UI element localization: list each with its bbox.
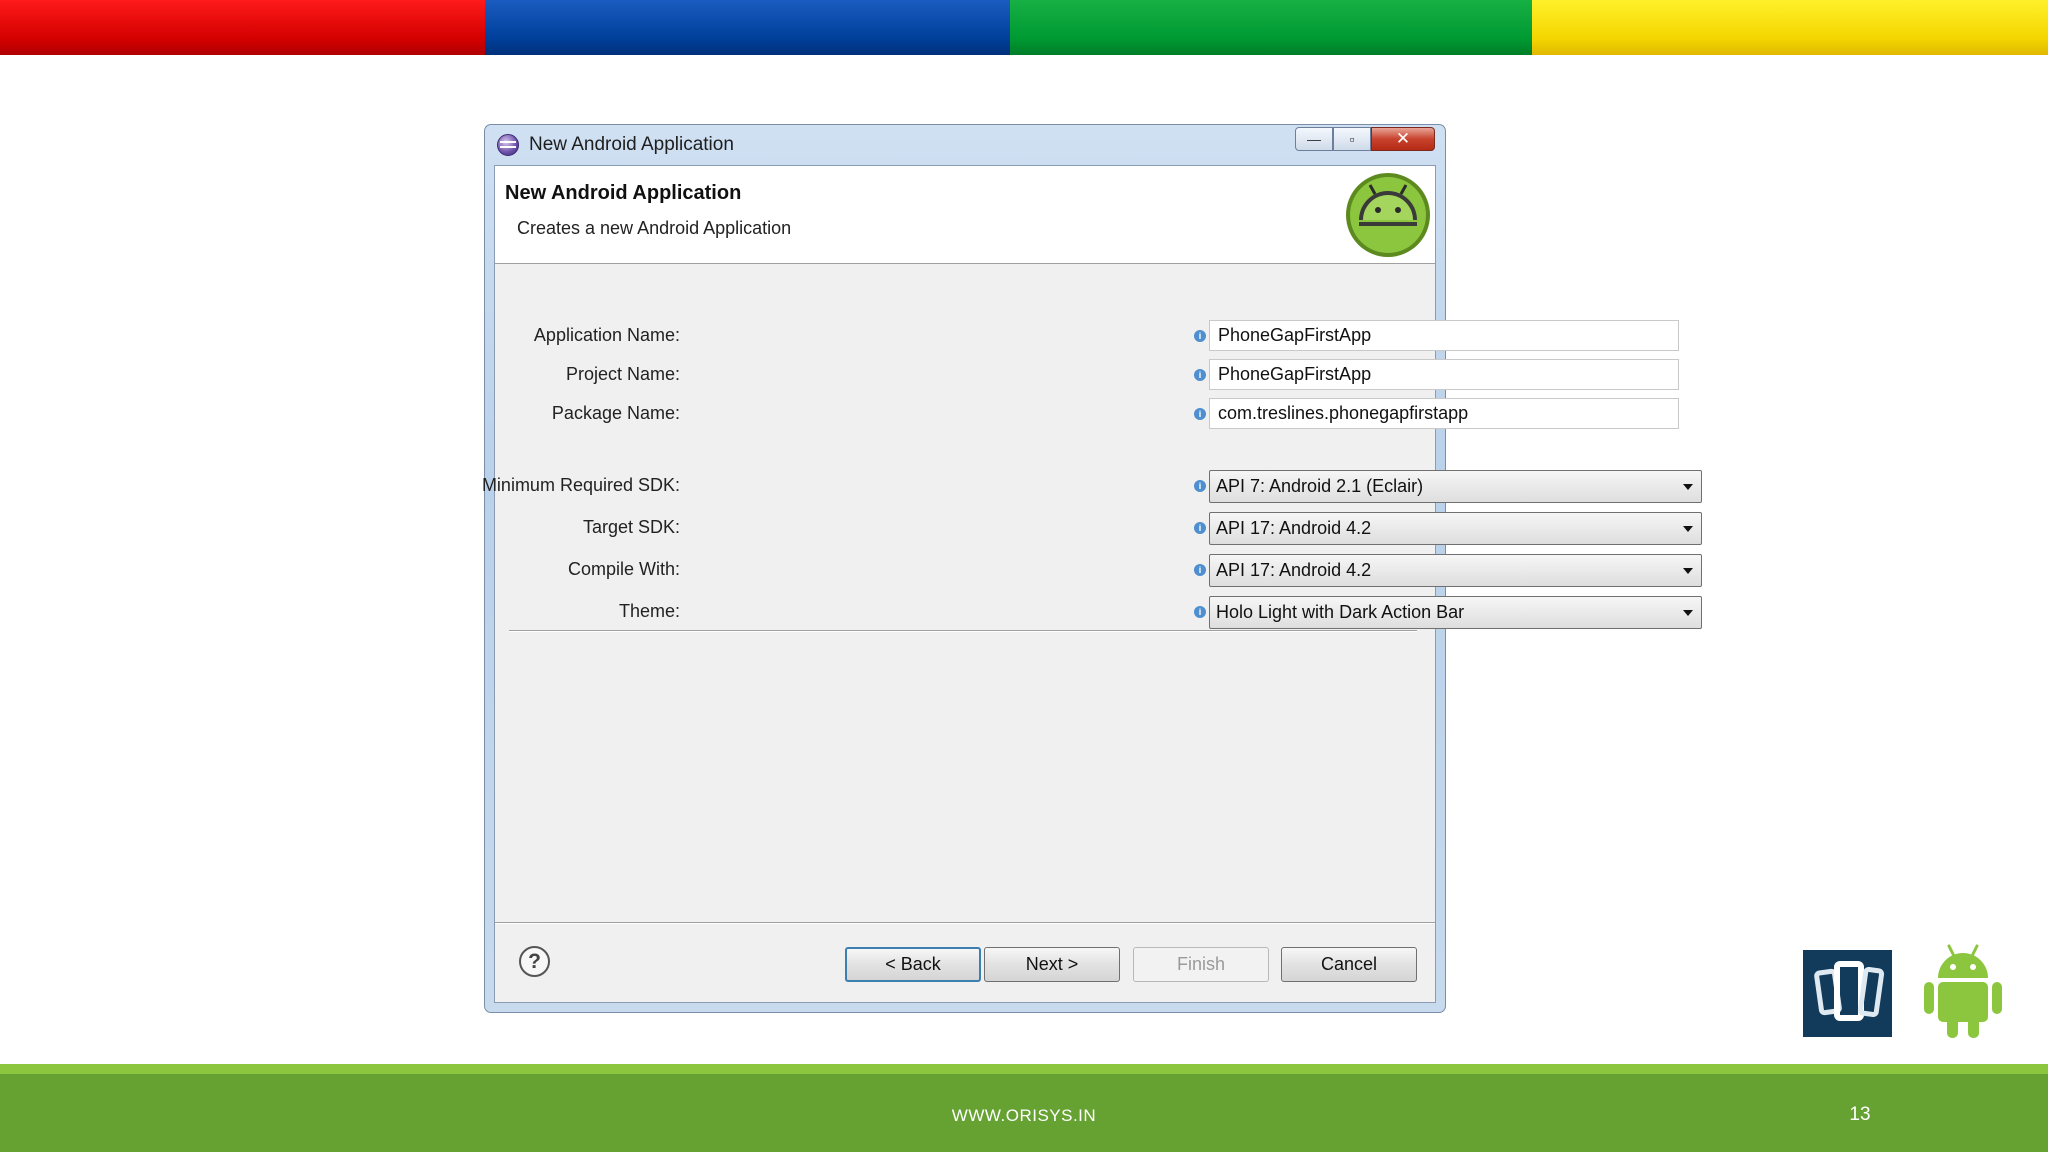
project-name-row: Project Name: i <box>495 359 1679 391</box>
minimum-sdk-value: API 7: Android 2.1 (Eclair) <box>1216 476 1424 496</box>
target-sdk-value: API 17: Android 4.2 <box>1216 518 1372 538</box>
wizard-title: New Android Application <box>505 182 742 204</box>
dropdown-arrow-icon <box>1683 484 1693 490</box>
eclipse-icon <box>497 134 519 156</box>
slide-number: 13 <box>1849 1104 1871 1125</box>
phonegap-logo-icon <box>1803 950 1892 1037</box>
next-button[interactable]: Next > <box>984 947 1120 982</box>
application-name-input[interactable] <box>1209 320 1679 351</box>
stripe-green <box>1010 0 1532 55</box>
button-bar-separator <box>495 922 1435 924</box>
compile-with-row: Compile With: i API 17: Android 4.2 <box>495 554 1702 587</box>
application-name-row: Application Name: i <box>495 320 1679 352</box>
maximize-button[interactable]: ▫ <box>1333 127 1371 151</box>
info-icon: i <box>1194 330 1206 342</box>
close-button[interactable]: ✕ <box>1371 127 1435 151</box>
info-icon: i <box>1194 522 1206 534</box>
dialog-content: New Android Application Creates a new An… <box>482 165 1702 1003</box>
compile-with-value: API 17: Android 4.2 <box>1216 560 1372 580</box>
theme-value: Holo Light with Dark Action Bar <box>1216 602 1465 622</box>
theme-select[interactable]: Holo Light with Dark Action Bar <box>1209 596 1702 629</box>
footer-url: WWW.ORISYS.IN <box>951 1106 1097 1125</box>
android-robot-icon <box>1924 944 2002 1038</box>
target-sdk-select[interactable]: API 17: Android 4.2 <box>1209 512 1702 545</box>
info-icon: i <box>1194 480 1206 492</box>
package-name-input[interactable] <box>1209 398 1679 429</box>
slide: New Android Application — ▫ ✕ New Androi… <box>0 0 2048 1152</box>
application-name-label: Application Name: <box>533 325 680 345</box>
dropdown-arrow-icon <box>1683 568 1693 574</box>
footer-accent-line <box>0 1064 2048 1074</box>
info-icon: i <box>1194 408 1206 420</box>
finish-button: Finish <box>1133 947 1269 982</box>
project-name-label: Project Name: <box>565 364 680 384</box>
title-bar[interactable]: New Android Application — ▫ ✕ <box>485 125 1445 165</box>
new-android-application-dialog: New Android Application — ▫ ✕ New Androi… <box>482 124 1702 1013</box>
project-name-input[interactable] <box>1209 359 1679 390</box>
minimum-sdk-label: Minimum Required SDK: <box>481 475 680 495</box>
info-icon: i <box>1194 606 1206 618</box>
package-name-row: Package Name: i <box>495 398 1679 430</box>
stripe-blue <box>485 0 1010 55</box>
info-icon: i <box>1194 564 1206 576</box>
theme-label: Theme: <box>618 601 680 621</box>
stripe-red <box>0 0 485 55</box>
target-sdk-row: Target SDK: i API 17: Android 4.2 <box>495 512 1702 545</box>
target-sdk-label: Target SDK: <box>582 517 680 537</box>
stripe-yellow <box>1532 0 2048 55</box>
form-separator <box>509 630 1417 632</box>
compile-with-select[interactable]: API 17: Android 4.2 <box>1209 554 1702 587</box>
minimum-sdk-select[interactable]: API 7: Android 2.1 (Eclair) <box>1209 470 1702 503</box>
android-badge-icon <box>1346 173 1430 257</box>
dropdown-arrow-icon <box>1683 610 1693 616</box>
wizard-banner: New Android Application Creates a new An… <box>495 166 1435 264</box>
minimum-sdk-row: Minimum Required SDK: i API 7: Android 2… <box>482 470 1702 503</box>
window-title: New Android Application <box>529 134 734 155</box>
cancel-button[interactable]: Cancel <box>1281 947 1417 982</box>
wizard-subtitle: Creates a new Android Application <box>517 218 792 238</box>
color-stripe-header <box>0 0 2048 55</box>
minimize-button[interactable]: — <box>1295 127 1333 151</box>
package-name-label: Package Name: <box>551 403 680 423</box>
back-button[interactable]: < Back <box>845 947 981 982</box>
info-icon: i <box>1194 369 1206 381</box>
compile-with-label: Compile With: <box>567 559 680 579</box>
dropdown-arrow-icon <box>1683 526 1693 532</box>
help-icon[interactable]: ? <box>519 946 550 977</box>
theme-row: Theme: i Holo Light with Dark Action Bar <box>495 596 1702 629</box>
